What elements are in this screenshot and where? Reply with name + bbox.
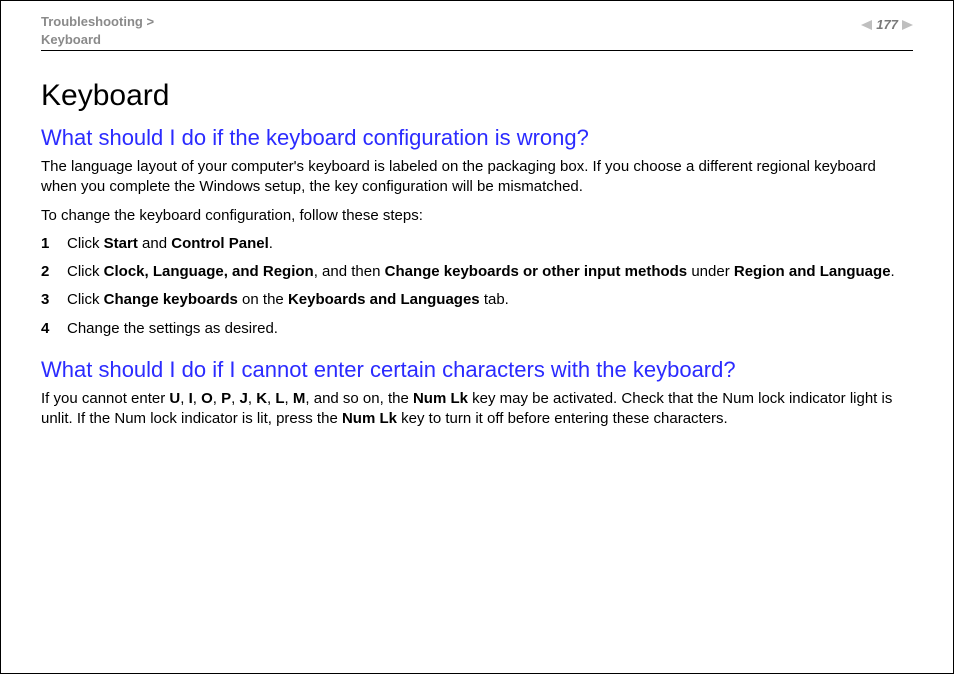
- bold: P: [221, 390, 231, 407]
- breadcrumb: Troubleshooting > Keyboard: [41, 9, 154, 48]
- section-2-paragraph: If you cannot enter U, I, O, P, J, K, L,…: [41, 389, 913, 430]
- text: ,: [213, 390, 221, 407]
- document-page: Troubleshooting > Keyboard 177 Keyboard …: [0, 0, 954, 674]
- text: Change the settings as desired.: [67, 320, 278, 337]
- bold: M: [293, 390, 306, 407]
- text: tab.: [480, 291, 509, 308]
- text: Click: [67, 291, 104, 308]
- bold: L: [275, 390, 284, 407]
- intro-paragraph: The language layout of your computer's k…: [41, 157, 913, 198]
- bold: Change keyboards: [104, 291, 238, 308]
- bold: Change keyboards or other input methods: [385, 263, 688, 280]
- step-4: Change the settings as desired.: [41, 319, 913, 339]
- text: Click: [67, 263, 104, 280]
- bold: Control Panel: [171, 235, 269, 252]
- text: .: [269, 235, 273, 252]
- bold: Clock, Language, and Region: [104, 263, 314, 280]
- text: .: [891, 263, 895, 280]
- text: on the: [238, 291, 288, 308]
- bold: Region and Language: [734, 263, 891, 280]
- text: and: [138, 235, 171, 252]
- text: If you cannot enter: [41, 390, 169, 407]
- section-2: What should I do if I cannot enter certa…: [41, 357, 913, 430]
- next-page-icon[interactable]: [902, 20, 913, 30]
- breadcrumb-parent: Troubleshooting: [41, 14, 143, 29]
- bold: Keyboards and Languages: [288, 291, 480, 308]
- steps-list: Click Start and Control Panel. Click Clo…: [41, 234, 913, 339]
- text: , and then: [314, 263, 385, 280]
- text: ,: [248, 390, 256, 407]
- bold: Num Lk: [413, 390, 468, 407]
- breadcrumb-sep: >: [146, 14, 154, 29]
- text: ,: [285, 390, 293, 407]
- question-heading-2: What should I do if I cannot enter certa…: [41, 357, 913, 383]
- text: ,: [231, 390, 239, 407]
- step-1: Click Start and Control Panel.: [41, 234, 913, 254]
- bold: U: [169, 390, 180, 407]
- text: , and so on, the: [305, 390, 413, 407]
- bold: J: [240, 390, 248, 407]
- bold: K: [256, 390, 267, 407]
- text: Click: [67, 235, 104, 252]
- text: under: [687, 263, 734, 280]
- text: ,: [193, 390, 201, 407]
- prev-page-icon[interactable]: [861, 20, 872, 30]
- page-number: 177: [876, 17, 898, 32]
- question-heading-1: What should I do if the keyboard configu…: [41, 125, 913, 151]
- text: key to turn it off before entering these…: [397, 410, 728, 427]
- step-2: Click Clock, Language, and Region, and t…: [41, 262, 913, 282]
- text: ,: [180, 390, 188, 407]
- lead-paragraph: To change the keyboard configuration, fo…: [41, 206, 913, 226]
- top-bar: Troubleshooting > Keyboard 177: [41, 9, 913, 51]
- breadcrumb-current: Keyboard: [41, 32, 101, 47]
- page-controls: 177: [861, 9, 913, 32]
- bold: Start: [104, 235, 138, 252]
- step-3: Click Change keyboards on the Keyboards …: [41, 290, 913, 310]
- bold: Num Lk: [342, 410, 397, 427]
- page-title: Keyboard: [41, 79, 913, 113]
- bold: O: [201, 390, 213, 407]
